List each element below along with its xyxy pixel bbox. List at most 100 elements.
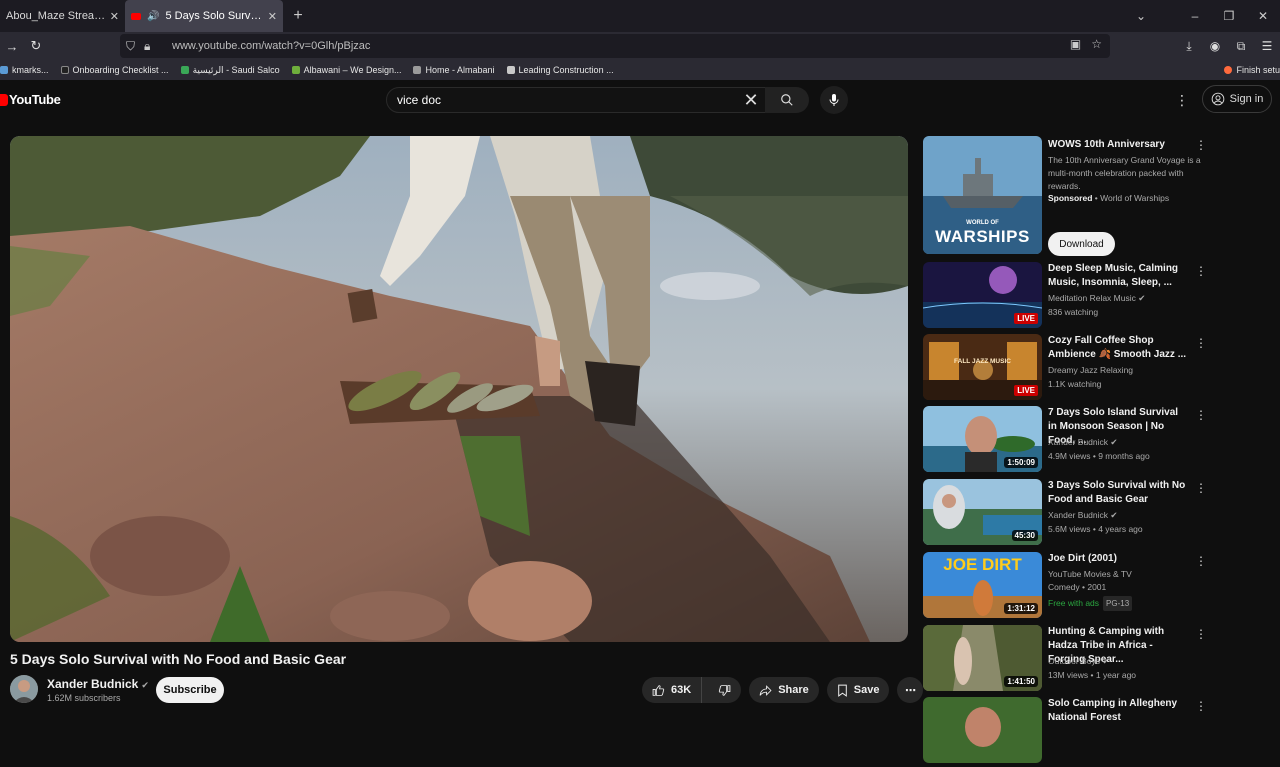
channel-name[interactable]: Xander Budnick ✔ xyxy=(47,677,149,691)
bookmark-item[interactable]: Albawani – We Design... xyxy=(291,65,401,75)
list-item[interactable]: JOE DIRT 1:31:12 Joe Dirt (2001) YouTube… xyxy=(923,552,1213,622)
ad-thumbnail[interactable]: WORLD OF WARSHIPS xyxy=(923,136,1042,254)
bookmark-item[interactable]: Leading Construction ... xyxy=(506,65,614,75)
pip-icon[interactable]: ▣ xyxy=(1070,37,1081,51)
like-button[interactable]: 63K xyxy=(642,677,703,703)
bookmark-star-icon[interactable]: ☆ xyxy=(1091,37,1102,51)
rating-badge: PG-13 xyxy=(1103,596,1133,611)
channel-avatar[interactable] xyxy=(10,675,38,703)
forward-icon[interactable]: → xyxy=(0,39,24,54)
ad-download-button[interactable]: Download xyxy=(1048,232,1115,256)
thumbnail-text: JOE DIRT xyxy=(943,555,1022,574)
channel-name[interactable]: YouTube Movies & TV xyxy=(1048,568,1198,581)
save-button[interactable]: Save xyxy=(826,677,890,703)
restore-icon[interactable]: ❐ xyxy=(1212,9,1246,23)
thumbs-up-icon xyxy=(652,684,665,696)
search-input[interactable]: vice doc ✕ xyxy=(386,87,766,113)
ad-thumb-big-text: WARSHIPS xyxy=(935,227,1030,246)
sponsored-ad[interactable]: WORLD OF WARSHIPS WOWS 10th Anniversary … xyxy=(923,136,1213,256)
bookmark-item[interactable]: kmarks... xyxy=(0,65,49,75)
video-title[interactable]: Solo Camping in Allegheny National Fores… xyxy=(1048,697,1188,725)
video-thumbnail[interactable]: 1:50:09 xyxy=(923,406,1042,472)
search-button[interactable] xyxy=(765,87,809,113)
video-player[interactable] xyxy=(10,136,908,642)
video-title[interactable]: Deep Sleep Music, Calming Music, Insomni… xyxy=(1048,262,1188,290)
video-thumbnail[interactable]: FALL JAZZ MUSIC LIVE xyxy=(923,334,1042,400)
youtube-logo[interactable]: YouTube xyxy=(0,92,61,107)
channel-name[interactable]: Outdoor Boys ✔ xyxy=(1048,655,1198,668)
ad-menu-icon[interactable]: ⋮ xyxy=(1195,138,1207,152)
voice-search-button[interactable] xyxy=(820,86,848,114)
video-title[interactable]: Cozy Fall Coffee Shop Ambience 🍂 Smooth … xyxy=(1048,334,1188,362)
video-thumbnail[interactable]: LIVE xyxy=(923,262,1042,328)
bookmark-item[interactable]: الرئيسية - Saudi Salco xyxy=(180,65,280,76)
browser-tab-active[interactable]: 🔊 5 Days Solo Survival with N ✕ xyxy=(125,0,283,32)
video-actions: 63K Share Save ⋯ xyxy=(642,677,924,703)
menu-icon[interactable]: ☰ xyxy=(1254,39,1280,53)
ad-description: The 10th Anniversary Grand Voyage is a m… xyxy=(1048,155,1201,191)
thumbs-down-icon xyxy=(719,684,731,696)
sign-in-button[interactable]: Sign in xyxy=(1202,85,1272,113)
ad-title[interactable]: WOWS 10th Anniversary xyxy=(1048,138,1188,152)
list-item[interactable]: 45:30 3 Days Solo Survival with No Food … xyxy=(923,479,1213,549)
account-icon[interactable]: ◉ xyxy=(1202,39,1228,53)
bookmarks-bar: kmarks... Onboarding Checklist ... الرئي… xyxy=(0,60,1280,80)
duration-badge: 45:30 xyxy=(1011,530,1038,541)
video-title[interactable]: Joe Dirt (2001) xyxy=(1048,552,1188,566)
minimize-icon[interactable]: – xyxy=(1178,9,1212,23)
lock-icon[interactable]: 🔒︎ xyxy=(144,39,162,54)
video-thumbnail[interactable]: 1:41:50 xyxy=(923,625,1042,691)
list-item[interactable]: FALL JAZZ MUSIC LIVE Cozy Fall Coffee Sh… xyxy=(923,334,1213,404)
video-menu-icon[interactable]: ⋮ xyxy=(1195,408,1207,422)
tab-label: 5 Days Solo Survival with N xyxy=(165,10,264,22)
clear-search-icon[interactable]: ✕ xyxy=(741,89,761,111)
channel-name[interactable]: Xander Budnick ✔ xyxy=(1048,509,1198,522)
bookmark-item[interactable]: Home - Almabani xyxy=(413,65,495,75)
new-tab-button[interactable]: + xyxy=(283,7,313,25)
video-menu-icon[interactable]: ⋮ xyxy=(1195,336,1207,350)
bookmark-icon xyxy=(180,66,189,74)
bookmark-item[interactable]: Finish setu xyxy=(1224,60,1280,80)
bookmark-icon xyxy=(0,66,8,74)
speaker-icon[interactable]: 🔊 xyxy=(147,11,159,22)
browser-tab[interactable]: Abou_Maze Stream - Watch ✕ xyxy=(0,0,125,32)
list-item[interactable]: 1:50:09 7 Days Solo Island Survival in M… xyxy=(923,406,1213,476)
tab-close-icon[interactable]: ✕ xyxy=(110,10,119,23)
channel-name[interactable]: Dreamy Jazz Relaxing xyxy=(1048,364,1198,377)
tab-list-icon[interactable]: ⌄ xyxy=(1124,9,1158,23)
video-menu-icon[interactable]: ⋮ xyxy=(1195,554,1207,568)
list-item[interactable]: Solo Camping in Allegheny National Fores… xyxy=(923,697,1213,767)
dislike-button[interactable] xyxy=(708,677,741,703)
more-actions-button[interactable]: ⋯ xyxy=(897,677,924,703)
reload-icon[interactable]: ↻ xyxy=(24,38,48,54)
bookmark-item[interactable]: Onboarding Checklist ... xyxy=(60,65,169,75)
share-button[interactable]: Share xyxy=(749,677,819,703)
window-controls: ⌄ – ❐ ✕ xyxy=(1124,0,1280,32)
like-dislike-group: 63K xyxy=(642,677,742,703)
tab-close-icon[interactable]: ✕ xyxy=(268,10,277,23)
extensions-icon[interactable]: ⧉ xyxy=(1228,39,1254,54)
video-menu-icon[interactable]: ⋮ xyxy=(1195,481,1207,495)
subscribe-button[interactable]: Subscribe xyxy=(156,677,224,703)
thumbnail-image xyxy=(923,697,1042,763)
download-icon[interactable]: ⤓ xyxy=(1176,39,1202,54)
video-thumbnail[interactable] xyxy=(923,697,1042,763)
close-window-icon[interactable]: ✕ xyxy=(1246,9,1280,23)
video-title: 5 Days Solo Survival with No Food and Ba… xyxy=(10,651,347,667)
channel-name[interactable]: Meditation Relax Music ✔ xyxy=(1048,292,1198,305)
address-bar[interactable]: ⛉ 🔒︎ www.youtube.com/watch?v=0Glh/pBjzac… xyxy=(120,34,1110,58)
video-title[interactable]: 3 Days Solo Survival with No Food and Ba… xyxy=(1048,479,1188,507)
video-meta: 4.9M views • 9 months ago xyxy=(1048,451,1150,461)
video-menu-icon[interactable]: ⋮ xyxy=(1195,627,1207,641)
settings-menu-icon[interactable]: ⋮ xyxy=(1174,92,1190,109)
list-item[interactable]: 1:41:50 Hunting & Camping with Hadza Tri… xyxy=(923,625,1213,695)
video-thumbnail[interactable]: 45:30 xyxy=(923,479,1042,545)
bookmark-icon xyxy=(291,66,300,74)
channel-name[interactable]: Xander Budnick ✔ xyxy=(1048,436,1198,449)
search-icon xyxy=(781,94,793,106)
shield-icon[interactable]: ⛉ xyxy=(126,39,144,54)
video-menu-icon[interactable]: ⋮ xyxy=(1195,699,1207,713)
video-thumbnail[interactable]: JOE DIRT 1:31:12 xyxy=(923,552,1042,618)
video-menu-icon[interactable]: ⋮ xyxy=(1195,264,1207,278)
list-item[interactable]: LIVE Deep Sleep Music, Calming Music, In… xyxy=(923,262,1213,332)
